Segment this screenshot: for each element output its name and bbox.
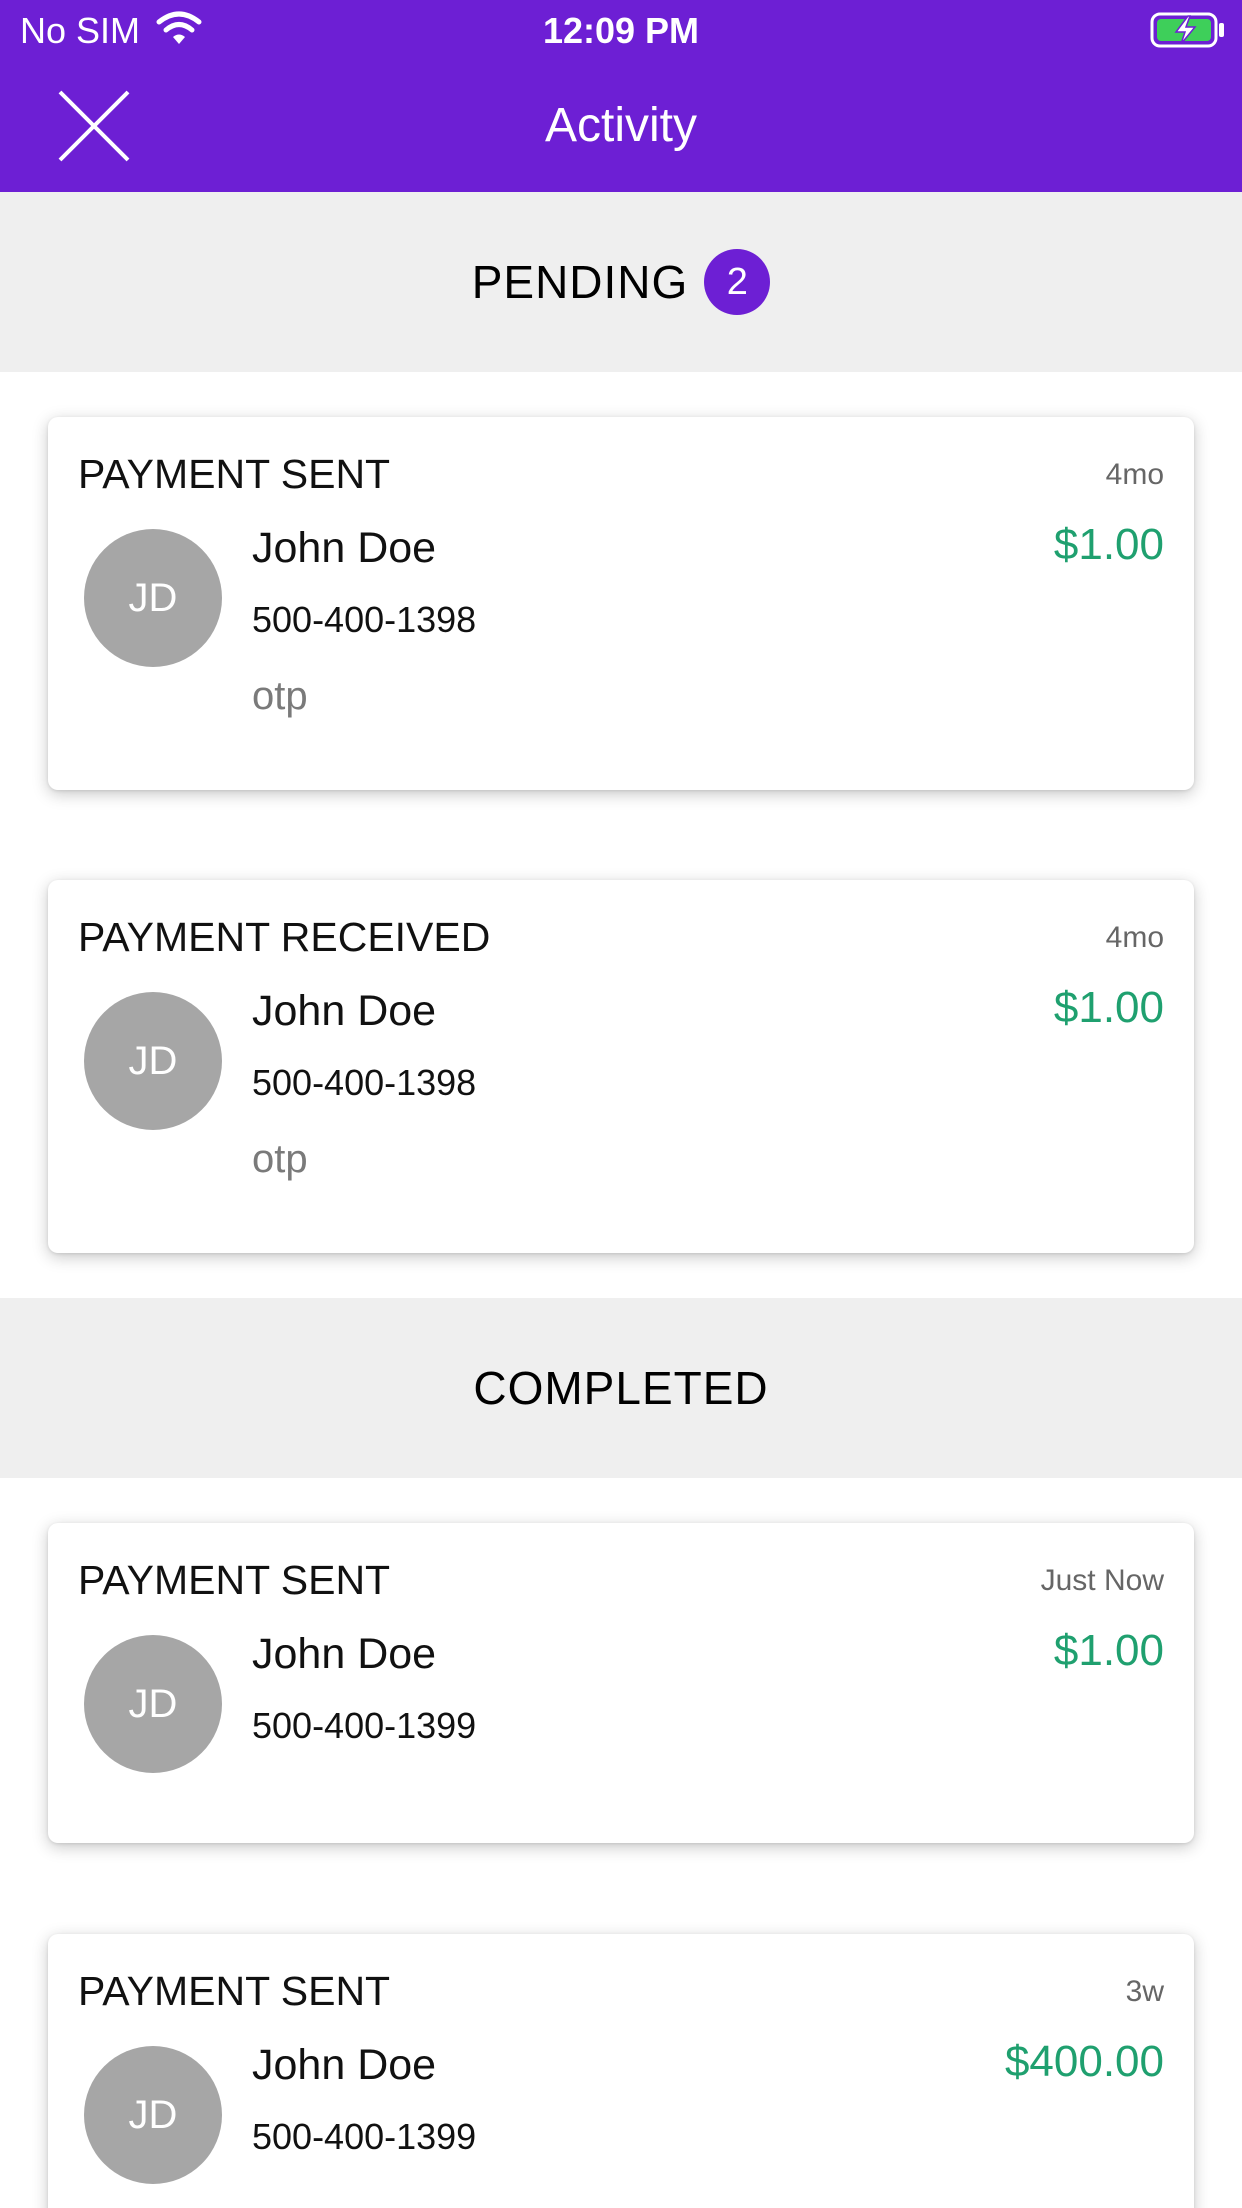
transaction-time: Just Now: [1040, 1564, 1164, 1597]
transaction-type: PAYMENT SENT: [78, 451, 391, 497]
transaction-type: PAYMENT SENT: [78, 1968, 391, 2014]
transaction-amount: $1.00: [1053, 983, 1164, 1032]
completed-title: COMPLETED: [473, 1362, 769, 1414]
contact-name: John Doe: [252, 2041, 437, 2089]
avatar: JD: [84, 2046, 222, 2184]
pending-section-header: PENDING 2: [0, 192, 1242, 372]
activity-card[interactable]: PAYMENT RECEIVED 4mo JD John Doe 500-400…: [48, 880, 1194, 1253]
transaction-time: 4mo: [1105, 921, 1164, 954]
activity-card[interactable]: PAYMENT SENT 3w JD John Doe 500-400-1399…: [48, 1934, 1194, 2208]
status-bar: No SIM 12:09 PM: [0, 0, 1242, 62]
page-title: Activity: [544, 99, 697, 152]
top-bar: No SIM 12:09 PM Activity: [0, 0, 1242, 192]
transaction-note: otp: [252, 1137, 308, 1181]
transaction-note: otp: [252, 674, 308, 718]
transaction-amount: $400.00: [1004, 2037, 1164, 2086]
completed-section-header: COMPLETED: [0, 1298, 1242, 1478]
status-time: 12:09 PM: [542, 10, 700, 51]
transaction-type: PAYMENT SENT: [78, 1557, 391, 1603]
contact-phone: 500-400-1398: [252, 599, 477, 640]
pending-title: PENDING: [471, 256, 689, 308]
activity-card[interactable]: PAYMENT SENT 4mo JD John Doe 500-400-139…: [48, 417, 1194, 790]
avatar: JD: [84, 992, 222, 1130]
contact-phone: 500-400-1399: [252, 1705, 477, 1746]
pending-count-badge: 2: [704, 249, 771, 315]
battery-charging-icon: [1150, 12, 1224, 48]
transaction-type: PAYMENT RECEIVED: [78, 914, 491, 960]
contact-phone: 500-400-1398: [252, 1062, 477, 1103]
avatar: JD: [84, 1635, 222, 1773]
transaction-amount: $1.00: [1053, 520, 1164, 569]
contact-name: John Doe: [252, 987, 437, 1035]
contact-phone: 500-400-1399: [252, 2116, 477, 2157]
activity-screen: No SIM 12:09 PM Activity PENDING 2 PAYME: [0, 0, 1242, 2208]
contact-name: John Doe: [252, 1630, 437, 1678]
transaction-amount: $1.00: [1053, 1626, 1164, 1675]
activity-card[interactable]: PAYMENT SENT Just Now JD John Doe 500-40…: [48, 1523, 1194, 1843]
avatar: JD: [84, 529, 222, 667]
transaction-time: 4mo: [1105, 458, 1164, 491]
contact-name: John Doe: [252, 524, 437, 572]
transaction-time: 3w: [1125, 1975, 1164, 2008]
